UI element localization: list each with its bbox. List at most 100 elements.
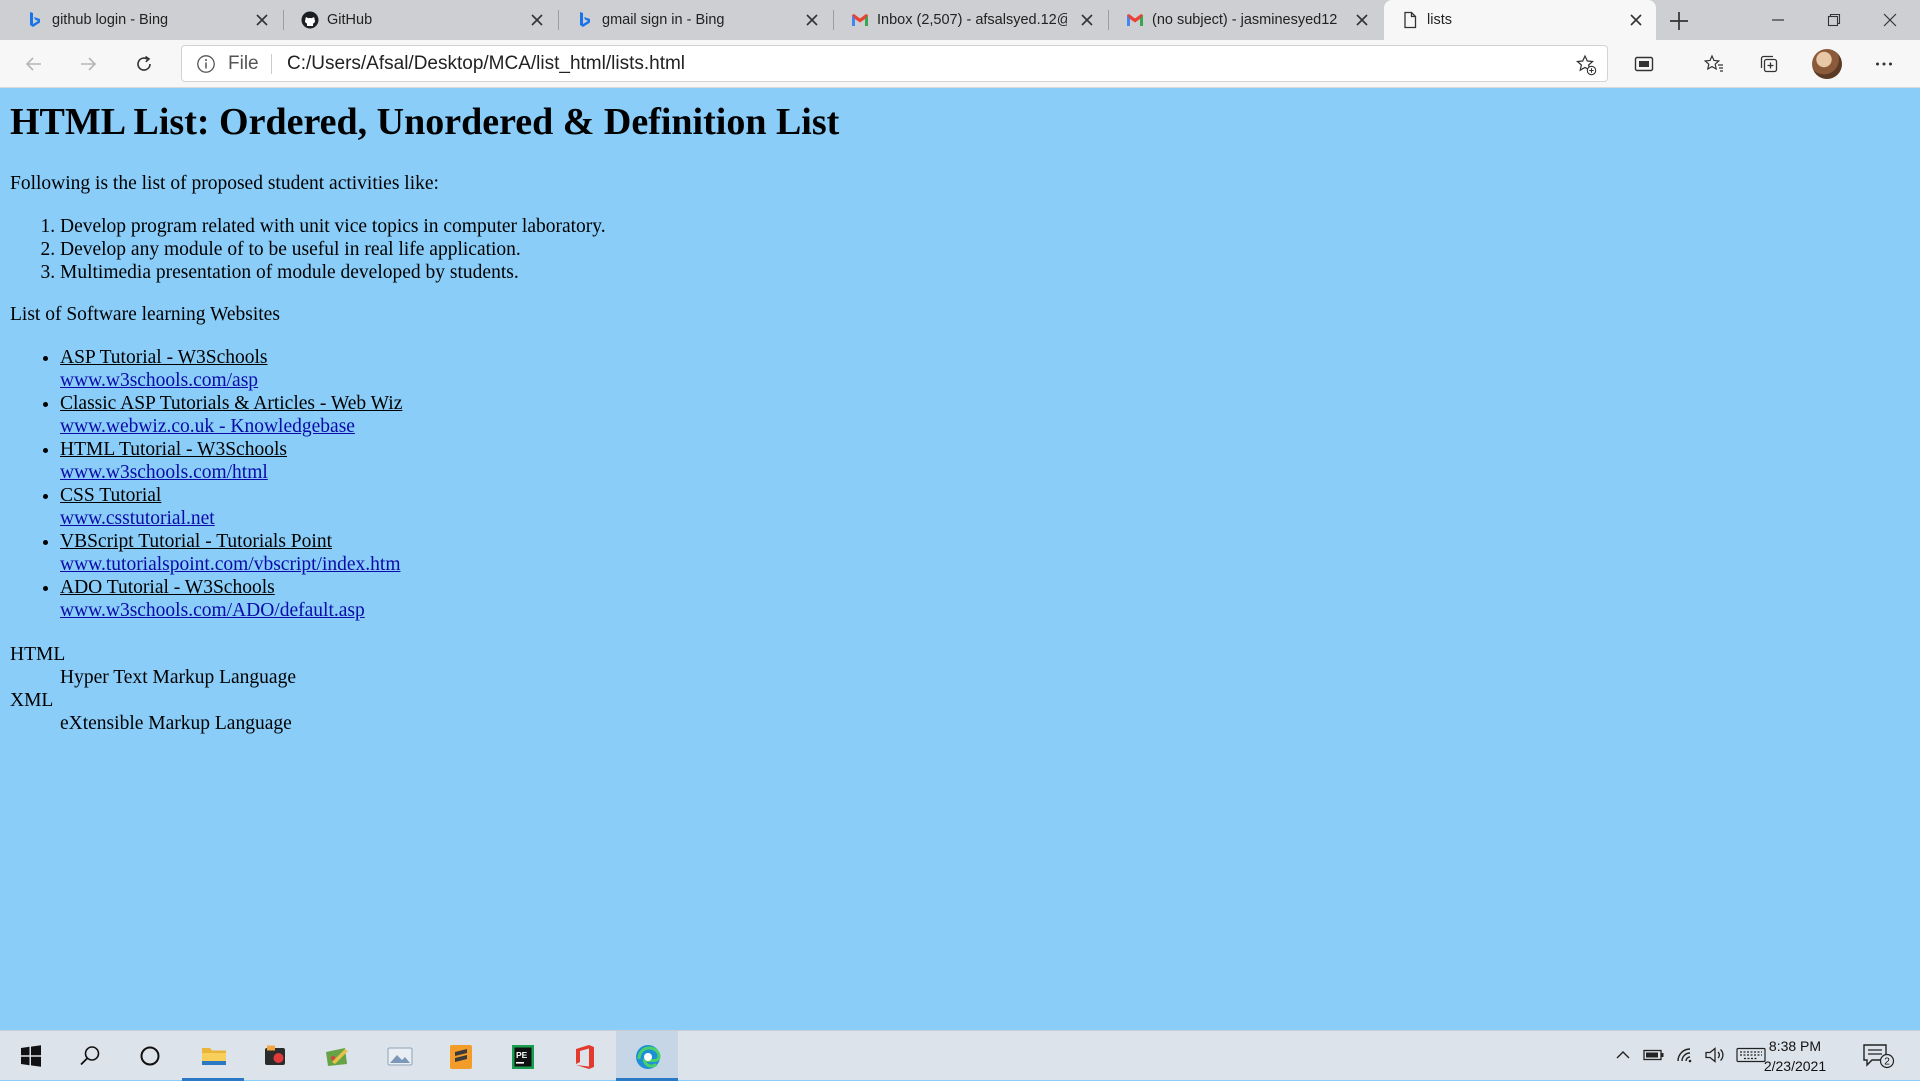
website-title-link[interactable]: ADO Tutorial - W3Schools	[60, 576, 402, 599]
tab-gmail-sign-in-bing[interactable]: gmail sign in - Bing	[559, 0, 832, 40]
website-url-link[interactable]: www.w3schools.com/asp	[60, 369, 402, 392]
github-icon	[301, 11, 319, 29]
minimize-icon	[1772, 19, 1784, 21]
folder-icon	[202, 1048, 226, 1065]
office-taskbar-button[interactable]	[554, 1031, 616, 1081]
edge-taskbar-button[interactable]	[616, 1031, 678, 1081]
browser-toolbar: File C:/Users/Afsal/Desktop/MCA/list_htm…	[0, 40, 1920, 88]
address-bar[interactable]: File C:/Users/Afsal/Desktop/MCA/list_htm…	[181, 45, 1608, 82]
website-title-link[interactable]: Classic ASP Tutorials & Articles - Web W…	[60, 392, 402, 415]
tab-lists[interactable]: lists	[1384, 0, 1656, 40]
clock-time: 8:38 PM	[1768, 1038, 1822, 1054]
more-icon	[1876, 62, 1892, 66]
definition-term: HTML	[10, 644, 66, 665]
close-window-button[interactable]	[1862, 0, 1918, 40]
websites-unordered-list: ASP Tutorial - W3Schools www.w3schools.c…	[10, 346, 402, 622]
list-item: ASP Tutorial - W3Schools www.w3schools.c…	[60, 346, 402, 392]
media-app-icon	[265, 1045, 285, 1065]
url-text[interactable]: C:/Users/Afsal/Desktop/MCA/list_html/lis…	[287, 53, 685, 75]
website-title-link[interactable]: VBScript Tutorial - Tutorials Point	[60, 530, 402, 553]
notification-icon[interactable]: 2	[1862, 1043, 1896, 1069]
tab-title: (no subject) - jasminesyed12	[1152, 12, 1338, 28]
definition-description: eXtensible Markup Language	[60, 713, 292, 734]
profile-avatar[interactable]	[1812, 49, 1842, 79]
tab-title: gmail sign in - Bing	[602, 12, 725, 28]
list-item: CSS Tutorial www.csstutorial.net	[60, 484, 402, 530]
website-url-link[interactable]: www.csstutorial.net	[60, 507, 402, 530]
close-icon[interactable]	[804, 12, 820, 28]
paint-app-taskbar-button[interactable]	[306, 1031, 368, 1081]
volume-icon[interactable]	[1704, 1046, 1726, 1064]
tab-github-login-bing[interactable]: github login - Bing	[9, 0, 282, 40]
new-tab-icon[interactable]	[1666, 8, 1692, 34]
document-icon	[1404, 11, 1417, 29]
start-button[interactable]	[0, 1031, 62, 1081]
page-heading: HTML List: Ordered, Unordered & Definiti…	[10, 101, 840, 143]
immersive-reader-icon	[1634, 56, 1654, 72]
refresh-button[interactable]	[128, 48, 160, 80]
task-view-button[interactable]	[119, 1031, 181, 1081]
image-viewer-taskbar-button[interactable]	[368, 1031, 430, 1081]
website-url-link[interactable]: www.webwiz.co.uk - Knowledgebase	[60, 415, 402, 438]
immersive-reader-button[interactable]	[1628, 48, 1660, 80]
chevron-up-icon[interactable]	[1614, 1046, 1632, 1064]
settings-more-button[interactable]	[1868, 48, 1900, 80]
list-item: Classic ASP Tutorials & Articles - Web W…	[60, 392, 402, 438]
pycharm-icon: PE	[512, 1045, 534, 1069]
close-icon[interactable]	[1628, 12, 1644, 28]
definition-list: HTML Hyper Text Markup Language XML eXte…	[10, 643, 296, 735]
site-scheme-label: File	[228, 53, 259, 74]
wifi-icon[interactable]	[1675, 1046, 1695, 1064]
gmail-icon	[852, 14, 868, 26]
tab-title: github login - Bing	[52, 12, 169, 28]
tab-title: GitHub	[327, 12, 373, 28]
restore-button[interactable]	[1806, 0, 1862, 40]
windows-taskbar: PE 8:38 PM 2/23/2021 2	[0, 1030, 1920, 1081]
back-button[interactable]	[18, 48, 50, 80]
favorites-icon	[1704, 54, 1723, 72]
collections-button[interactable]	[1753, 48, 1785, 80]
website-url-link[interactable]: www.w3schools.com/html	[60, 461, 402, 484]
office-icon	[576, 1045, 594, 1069]
taskbar-clock[interactable]: 8:38 PM 2/23/2021	[1752, 1036, 1838, 1076]
media-app-taskbar-button[interactable]	[244, 1031, 306, 1081]
search-icon	[80, 1046, 100, 1066]
list-item: HTML Tutorial - W3Schools www.w3schools.…	[60, 438, 402, 484]
websites-heading: List of Software learning Websites	[10, 304, 280, 325]
close-icon[interactable]	[529, 12, 545, 28]
battery-icon[interactable]	[1643, 1046, 1665, 1064]
website-url-link[interactable]: www.w3schools.com/ADO/default.asp	[60, 599, 402, 622]
bing-icon	[30, 12, 40, 27]
website-title-link[interactable]: HTML Tutorial - W3Schools	[60, 438, 402, 461]
info-icon[interactable]	[196, 54, 216, 74]
favorites-button[interactable]	[1698, 48, 1730, 80]
website-title-link[interactable]: ASP Tutorial - W3Schools	[60, 346, 402, 369]
tab-gmail-no-subject[interactable]: (no subject) - jasminesyed12	[1109, 0, 1382, 40]
close-icon[interactable]	[1079, 12, 1095, 28]
restore-icon	[1827, 13, 1841, 27]
close-icon[interactable]	[254, 12, 270, 28]
website-title-link[interactable]: CSS Tutorial	[60, 484, 402, 507]
close-icon	[1883, 13, 1897, 27]
sublime-text-taskbar-button[interactable]	[430, 1031, 492, 1081]
clock-date: 2/23/2021	[1763, 1058, 1827, 1074]
gmail-icon	[1127, 14, 1143, 26]
edge-icon	[636, 1045, 661, 1069]
file-explorer-taskbar-button[interactable]	[182, 1031, 244, 1081]
bing-icon	[580, 12, 590, 27]
website-url-link[interactable]: www.tutorialspoint.com/vbscript/index.ht…	[60, 553, 402, 576]
tab-gmail-inbox[interactable]: Inbox (2,507) - afsalsyed.12@	[834, 0, 1107, 40]
refresh-icon	[137, 55, 151, 71]
photo-icon	[387, 1047, 413, 1066]
pycharm-taskbar-button[interactable]: PE	[492, 1031, 554, 1081]
address-divider	[271, 54, 272, 74]
tab-github[interactable]: GitHub	[284, 0, 557, 40]
windows-logo-icon	[21, 1045, 41, 1067]
page-content: HTML List: Ordered, Unordered & Definiti…	[0, 88, 1920, 1030]
close-icon[interactable]	[1354, 12, 1370, 28]
minimize-button[interactable]	[1750, 0, 1806, 40]
forward-button[interactable]	[72, 48, 104, 80]
tab-title: lists	[1427, 12, 1452, 28]
add-favorite-icon[interactable]	[1575, 54, 1597, 76]
search-button[interactable]	[59, 1031, 121, 1081]
